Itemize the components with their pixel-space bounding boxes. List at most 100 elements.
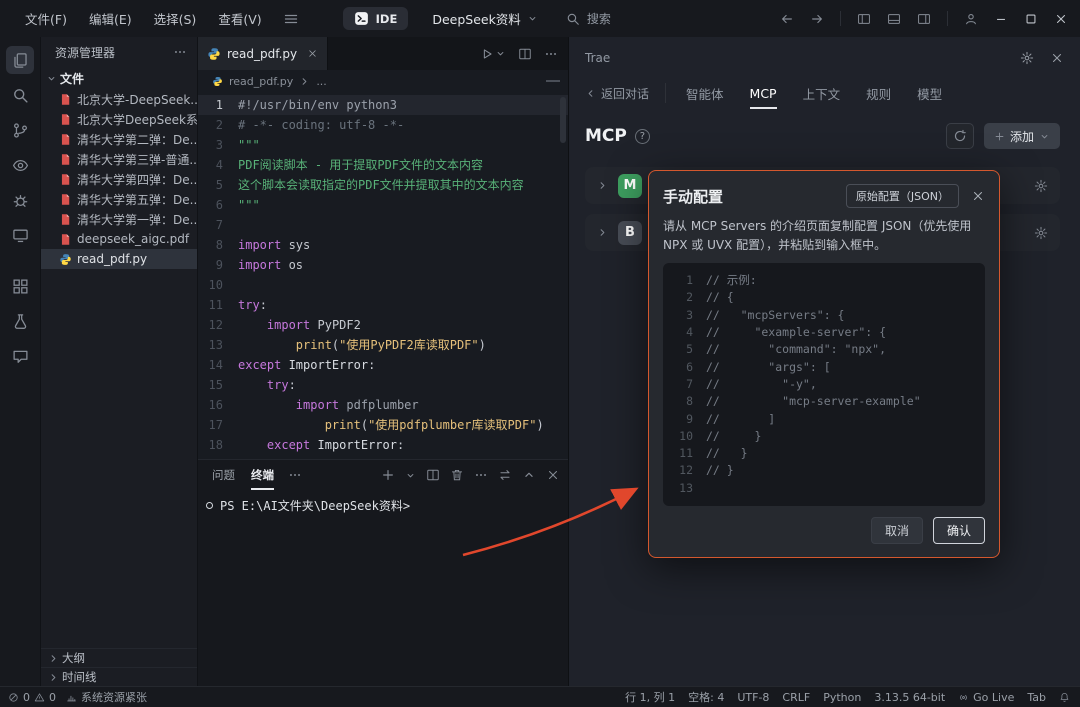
breadcrumb[interactable]: read_pdf.py ...: [198, 70, 568, 92]
modal-close-icon[interactable]: [971, 189, 985, 203]
panel-tab[interactable]: 问题: [212, 460, 235, 490]
maximize-icon[interactable]: [1024, 12, 1038, 26]
ai-panel-tab[interactable]: 上下文: [803, 73, 841, 113]
line-number: 12: [198, 315, 238, 335]
status-item[interactable]: 空格: 4: [688, 689, 724, 705]
file-item[interactable]: 清华大学第三弹-普通...: [41, 149, 197, 169]
refresh-button[interactable]: [946, 123, 974, 149]
window-close-icon[interactable]: [1054, 12, 1068, 26]
file-item[interactable]: 清华大学第一弹：De...: [41, 209, 197, 229]
file-item[interactable]: read_pdf.py: [41, 249, 197, 269]
close-ai-panel-icon[interactable]: [1050, 51, 1064, 65]
search-button[interactable]: 搜索: [566, 10, 611, 27]
split-terminal-icon[interactable]: [426, 468, 440, 482]
more-actions-icon[interactable]: [544, 47, 558, 61]
ai-panel-tab[interactable]: MCP: [750, 73, 777, 113]
menu-item[interactable]: 查看(V): [207, 9, 272, 28]
activity-testing[interactable]: [6, 307, 34, 335]
minimize-icon[interactable]: [994, 12, 1008, 26]
activity-explorer[interactable]: [6, 46, 34, 74]
ai-panel-tab[interactable]: 模型: [917, 73, 942, 113]
toggle-panel-icon[interactable]: [887, 12, 901, 26]
nav-back-icon[interactable]: [780, 12, 794, 26]
more-icon[interactable]: [474, 468, 488, 482]
swap-panel-icon[interactable]: [498, 468, 512, 482]
account-icon[interactable]: [964, 12, 978, 26]
file-item[interactable]: 清华大学第二弹：De...: [41, 129, 197, 149]
panel-tab[interactable]: 终端: [251, 460, 274, 490]
kill-terminal-icon[interactable]: [450, 468, 464, 482]
server-settings-icon[interactable]: [1034, 179, 1048, 193]
ai-panel-tab[interactable]: 规则: [866, 73, 891, 113]
activity-extensions[interactable]: [6, 272, 34, 300]
maximize-panel-icon[interactable]: [522, 468, 536, 482]
notifications-icon[interactable]: [1059, 692, 1070, 703]
run-button[interactable]: [480, 47, 506, 61]
config-json-input[interactable]: 1// 示例:2// {3// "mcpServers": {4// "exam…: [663, 263, 985, 506]
project-selector[interactable]: DeepSeek资料: [432, 9, 538, 28]
status-item[interactable]: 行 1, 列 1: [625, 689, 675, 705]
line-number: 11: [198, 295, 238, 315]
line-number: 6: [198, 195, 238, 215]
activity-preview[interactable]: [6, 151, 34, 179]
activity-search[interactable]: [6, 81, 34, 109]
ai-panel-tab[interactable]: 智能体: [686, 73, 724, 113]
nav-forward-icon[interactable]: [810, 12, 824, 26]
activity-remote[interactable]: [6, 221, 34, 249]
status-item-label: 空格: 4: [688, 689, 724, 705]
toggle-secondary-sidebar-icon[interactable]: [917, 12, 931, 26]
close-tab-icon[interactable]: [307, 48, 318, 59]
status-item[interactable]: Python: [823, 691, 861, 704]
config-code-line: // "-y",: [706, 376, 817, 393]
file-item[interactable]: deepseek_aigc.pdf: [41, 229, 197, 249]
resource-warning[interactable]: 系统资源紧张: [66, 689, 147, 705]
timeline-section[interactable]: 时间线: [41, 667, 197, 686]
new-terminal-icon[interactable]: [381, 468, 395, 482]
status-item[interactable]: Tab: [1027, 691, 1046, 704]
confirm-button[interactable]: 确认: [933, 517, 985, 544]
cancel-button[interactable]: 取消: [871, 517, 923, 544]
line-number: 2: [198, 115, 238, 135]
git-icon: [12, 122, 29, 139]
chevron-down-icon[interactable]: [405, 470, 416, 481]
file-item[interactable]: 清华大学第四弹：De...: [41, 169, 197, 189]
split-editor-icon[interactable]: [518, 47, 532, 61]
outline-section[interactable]: 大纲: [41, 648, 197, 667]
settings-icon[interactable]: [1020, 51, 1034, 65]
more-menus-icon[interactable]: [277, 11, 305, 27]
code-line: 14except ImportError:: [198, 355, 568, 375]
help-icon[interactable]: ?: [635, 129, 650, 144]
status-item[interactable]: UTF-8: [737, 691, 769, 704]
server-settings-icon[interactable]: [1034, 226, 1048, 240]
titlebar-actions: [780, 11, 1068, 26]
add-server-button[interactable]: 添加: [984, 123, 1060, 149]
menu-item[interactable]: 选择(S): [143, 9, 208, 28]
files-section-header[interactable]: 文件: [41, 67, 197, 89]
config-code-line: // "command": "npx",: [706, 341, 886, 358]
activity-debug[interactable]: [6, 186, 34, 214]
file-item[interactable]: 北京大学-DeepSeek...: [41, 89, 197, 109]
status-item[interactable]: Go Live: [958, 691, 1014, 704]
status-item[interactable]: CRLF: [782, 691, 810, 704]
activity-feedback[interactable]: [6, 342, 34, 370]
line-number: 10: [198, 275, 238, 295]
file-item[interactable]: 清华大学第五弹：De...: [41, 189, 197, 209]
menu-item[interactable]: 编辑(E): [78, 9, 143, 28]
more-icon[interactable]: [288, 468, 302, 482]
code-editor[interactable]: 1#!/usr/bin/env python32# -*- coding: ut…: [198, 92, 568, 459]
menu-item[interactable]: 文件(F): [14, 9, 78, 28]
terminal-prompt[interactable]: PS E:\AI文件夹\DeepSeek资料>: [198, 490, 568, 514]
file-item[interactable]: 北京大学DeepSeek系...: [41, 109, 197, 129]
divider: [840, 11, 841, 26]
tab-read-pdf-py[interactable]: read_pdf.py: [198, 37, 328, 70]
more-actions-icon[interactable]: [173, 45, 187, 59]
toggle-sidebar-icon[interactable]: [857, 12, 871, 26]
close-panel-icon[interactable]: [546, 468, 560, 482]
activity-source-control[interactable]: [6, 116, 34, 144]
raw-config-button[interactable]: 原始配置（JSON）: [846, 184, 959, 208]
config-code-line: // "example-server": {: [706, 324, 886, 341]
status-item[interactable]: 3.13.5 64-bit: [874, 691, 945, 704]
problems-status[interactable]: 0 0: [8, 691, 56, 704]
tab-label: read_pdf.py: [227, 47, 297, 61]
back-to-chat-button[interactable]: 返回对话: [585, 83, 666, 103]
